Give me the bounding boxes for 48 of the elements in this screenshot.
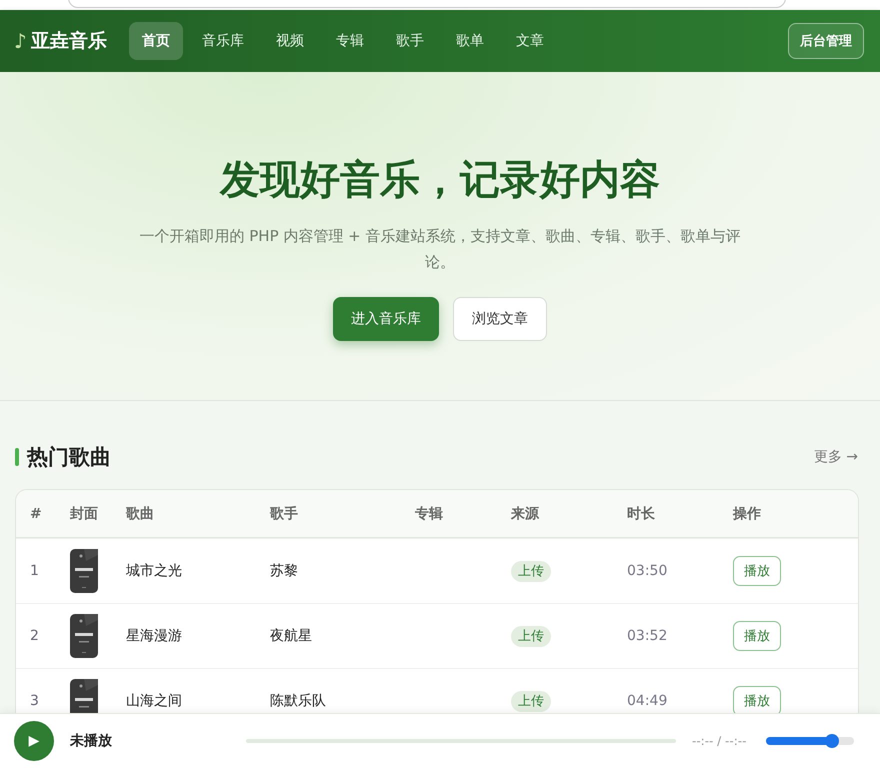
time-display: --:-- / --:-- [692, 734, 748, 748]
column-header: 专辑 [415, 504, 444, 522]
admin-button[interactable]: 后台管理 [788, 23, 864, 59]
column-header: 封面 [70, 504, 99, 522]
table-cell-text: 04:49 [627, 693, 668, 709]
nav-link[interactable]: 文章 [502, 22, 557, 60]
section-title: 热门歌曲 [27, 444, 111, 471]
nav-link[interactable]: 专辑 [322, 22, 377, 60]
column-header: 操作 [733, 504, 762, 522]
column-header: # [29, 506, 43, 522]
table-cell-text: 陈默乐队 [270, 692, 327, 710]
browse-articles-button[interactable]: 浏览文章 [453, 297, 547, 341]
column-header: 歌手 [270, 504, 299, 522]
site-logo[interactable]: 亚垚音乐 [30, 28, 107, 54]
source-tag: 上传 [511, 691, 551, 712]
play-button[interactable]: 播放 [733, 686, 781, 716]
nav-link[interactable]: 首页 [128, 22, 183, 60]
column-header: 时长 [627, 504, 656, 522]
more-link[interactable]: 更多 → [814, 448, 858, 466]
track-status: 未播放 [70, 732, 113, 750]
play-button[interactable]: ▶ [14, 721, 54, 761]
column-header: 来源 [511, 504, 540, 522]
table-cell-text: 夜航星 [270, 627, 313, 645]
column-header: 歌曲 [126, 504, 155, 522]
volume-slider[interactable] [766, 737, 854, 745]
nav-link[interactable]: 音乐库 [188, 22, 257, 60]
table-cell-text: 星海漫游 [126, 627, 183, 645]
play-button[interactable]: 播放 [733, 621, 781, 651]
accent-bar [15, 448, 19, 466]
table-cell-text: 3 [29, 693, 40, 709]
table-cell-text: 1 [29, 563, 40, 579]
source-tag: 上传 [511, 626, 551, 647]
source-tag: 上传 [511, 561, 551, 582]
table-cell-text: 山海之间 [126, 692, 183, 710]
table-cell-text: 2 [29, 628, 40, 644]
nav-link[interactable]: 视频 [262, 22, 317, 60]
table-cell-text: 城市之光 [126, 562, 183, 580]
nav-link[interactable]: 歌单 [442, 22, 497, 60]
play-button[interactable]: 播放 [733, 556, 781, 586]
hero-title: 发现好音乐，记录好内容 [220, 156, 660, 205]
music-note-icon: ♪ [14, 29, 27, 53]
table-cell-text: 苏黎 [270, 562, 299, 580]
nav-link[interactable]: 歌手 [382, 22, 437, 60]
volume-handle[interactable] [825, 734, 839, 748]
hero-subtitle: 一个开箱即用的 PHP 内容管理 + 音乐建站系统，支持文章、歌曲、专辑、歌手、歌单与评论。 [138, 226, 742, 273]
table-cell-text: 03:50 [627, 563, 668, 579]
table-cell-text: 03:52 [627, 628, 668, 644]
music-library-button[interactable]: 进入音乐库 [333, 297, 439, 341]
